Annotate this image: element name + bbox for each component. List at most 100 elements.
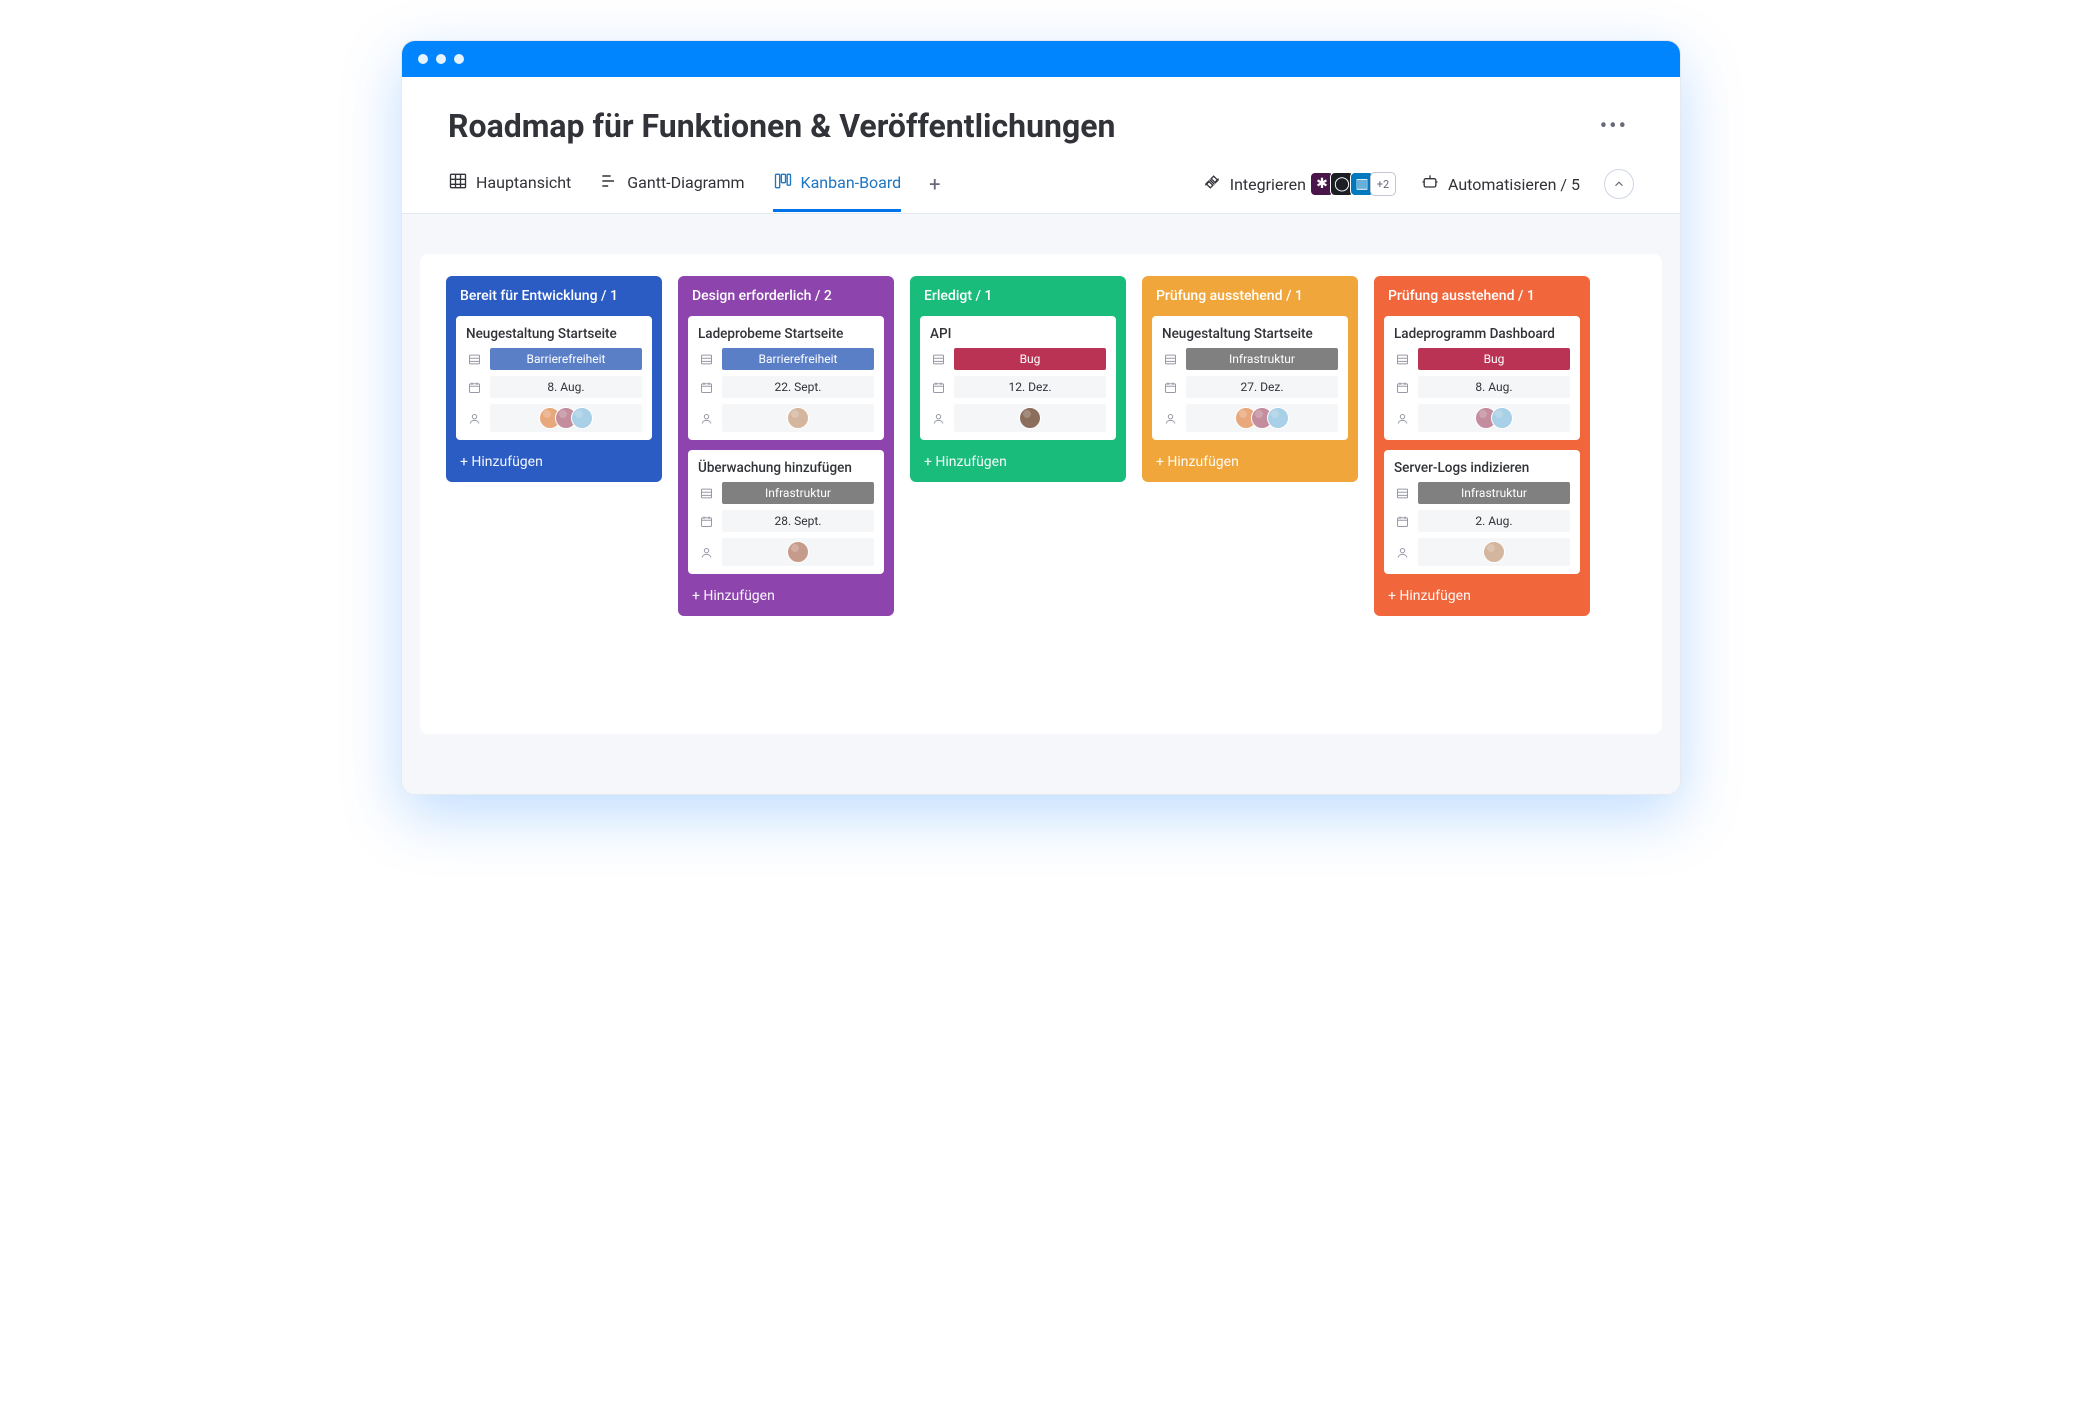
- list-icon: [1394, 352, 1410, 367]
- card-title: Neugestaltung Startseite: [466, 326, 642, 342]
- add-card-button[interactable]: + Hinzufügen: [688, 584, 884, 604]
- avatar: [787, 407, 809, 429]
- card-assignees: [954, 404, 1106, 432]
- tab-label: Kanban-Board: [801, 173, 902, 192]
- window-dot: [436, 54, 446, 64]
- card-title: Ladeprogramm Dashboard: [1394, 326, 1570, 342]
- person-icon: [1394, 411, 1410, 426]
- tab-label: Gantt-Diagramm: [627, 173, 744, 192]
- calendar-icon: [698, 514, 714, 529]
- gantt-icon: [599, 171, 619, 195]
- card-tag: Bug: [1418, 348, 1570, 370]
- card-assignees: [722, 404, 874, 432]
- collapse-toolbar-button[interactable]: [1604, 169, 1634, 199]
- tab-gantt[interactable]: Gantt-Diagramm: [599, 171, 744, 212]
- card-title: Neugestaltung Startseite: [1162, 326, 1338, 342]
- robot-icon: [1420, 172, 1440, 196]
- kanban-card[interactable]: Überwachung hinzufügen Infrastruktur 28. S…: [688, 450, 884, 574]
- kanban-card[interactable]: Neugestaltung StartseiteInfrastruktur27.…: [1152, 316, 1348, 440]
- person-icon: [466, 411, 482, 426]
- tab-label: Hauptansicht: [476, 173, 571, 192]
- person-icon: [1162, 411, 1178, 426]
- kanban-card[interactable]: Ladeprogramm Dashboard Bug 8. Aug.: [1384, 316, 1580, 440]
- more-menu-button[interactable]: •••: [1594, 108, 1634, 145]
- person-icon: [698, 545, 714, 560]
- window-dot: [454, 54, 464, 64]
- list-icon: [466, 352, 482, 367]
- automate-label: Automatisieren / 5: [1448, 175, 1580, 194]
- avatar: [1267, 407, 1289, 429]
- person-icon: [1394, 545, 1410, 560]
- list-icon: [930, 352, 946, 367]
- integration-icons: ✱ ◯ ▥ +2: [1314, 172, 1396, 196]
- avatar: [1491, 407, 1513, 429]
- person-icon: [698, 411, 714, 426]
- avatar: [1483, 541, 1505, 563]
- column-title: Prüfung ausstehend / 1: [1384, 286, 1580, 306]
- integrate-button[interactable]: Integrieren ✱ ◯ ▥ +2: [1202, 172, 1396, 196]
- list-icon: [1162, 352, 1178, 367]
- kanban-board: Bereit für Entwicklung / 1 Neugestaltung …: [420, 254, 1662, 734]
- card-assignees: [1418, 538, 1570, 566]
- card-tag: Barrierefreiheit: [722, 348, 874, 370]
- card-date: 12. Dez.: [954, 376, 1106, 398]
- integration-more-badge[interactable]: +2: [1370, 172, 1396, 196]
- app-window: Roadmap für Funktionen & Veröffentlichun…: [401, 40, 1681, 795]
- kanban-column: Design erforderlich / 2 Ladeprobeme Start…: [678, 276, 894, 616]
- calendar-icon: [1394, 380, 1410, 395]
- kanban-column: Prüfung ausstehend / 1 Ladeprogramm Dashb…: [1374, 276, 1590, 616]
- window-titlebar: [402, 41, 1680, 77]
- card-assignees: [1418, 404, 1570, 432]
- integrate-label: Integrieren: [1230, 175, 1306, 194]
- card-title: Überwachung hinzufügen: [698, 460, 874, 476]
- card-date: 22. Sept.: [722, 376, 874, 398]
- view-tabs: Hauptansicht Gantt-Diagramm Kanban-Board…: [402, 155, 1680, 214]
- calendar-icon: [698, 380, 714, 395]
- card-tag: Infrastruktur: [1186, 348, 1338, 370]
- kanban-column: Prüfung ausstehend / 1 Neugestaltung Star…: [1142, 276, 1358, 482]
- card-title: Server-Logs indizieren: [1394, 460, 1570, 476]
- card-assignees: [722, 538, 874, 566]
- column-title: Prüfung ausstehend / 1: [1152, 286, 1348, 306]
- kanban-icon: [773, 171, 793, 195]
- card-date: 8. Aug.: [1418, 376, 1570, 398]
- card-date: 28. Sept.: [722, 510, 874, 532]
- card-tag: Infrastruktur: [1418, 482, 1570, 504]
- tab-kanban[interactable]: Kanban-Board: [773, 171, 902, 212]
- add-card-button[interactable]: + Hinzufügen: [1152, 450, 1348, 470]
- kanban-column: Erledigt / 1APIBug12. Dez.+ Hinzufügen: [910, 276, 1126, 482]
- kanban-card[interactable]: Ladeprobeme Startseite Barrierefreiheit 22…: [688, 316, 884, 440]
- calendar-icon: [466, 380, 482, 395]
- list-icon: [698, 486, 714, 501]
- tab-main-view[interactable]: Hauptansicht: [448, 171, 571, 212]
- plug-icon: [1202, 172, 1222, 196]
- avatar: [571, 407, 593, 429]
- table-icon: [448, 171, 468, 195]
- kanban-card[interactable]: Neugestaltung Startseite Barrierefreiheit…: [456, 316, 652, 440]
- card-date: 8. Aug.: [490, 376, 642, 398]
- list-icon: [698, 352, 714, 367]
- column-title: Design erforderlich / 2: [688, 286, 884, 306]
- column-title: Bereit für Entwicklung / 1: [456, 286, 652, 306]
- calendar-icon: [1162, 380, 1178, 395]
- add-card-button[interactable]: + Hinzufügen: [1384, 584, 1580, 604]
- window-dot: [418, 54, 428, 64]
- calendar-icon: [930, 380, 946, 395]
- list-icon: [1394, 486, 1410, 501]
- add-view-button[interactable]: +: [929, 172, 940, 210]
- kanban-card[interactable]: Server-Logs indizierenInfrastruktur2. Au…: [1384, 450, 1580, 574]
- add-card-button[interactable]: + Hinzufügen: [920, 450, 1116, 470]
- automate-button[interactable]: Automatisieren / 5: [1420, 172, 1580, 196]
- card-tag: Barrierefreiheit: [490, 348, 642, 370]
- card-assignees: [490, 404, 642, 432]
- kanban-column: Bereit für Entwicklung / 1 Neugestaltung …: [446, 276, 662, 482]
- kanban-card[interactable]: APIBug12. Dez.: [920, 316, 1116, 440]
- card-title: Ladeprobeme Startseite: [698, 326, 874, 342]
- person-icon: [930, 411, 946, 426]
- card-tag: Bug: [954, 348, 1106, 370]
- avatar: [787, 541, 809, 563]
- avatar: [1019, 407, 1041, 429]
- card-tag: Infrastruktur: [722, 482, 874, 504]
- add-card-button[interactable]: + Hinzufügen: [456, 450, 652, 470]
- page-title: Roadmap für Funktionen & Veröffentlichun…: [448, 107, 1115, 145]
